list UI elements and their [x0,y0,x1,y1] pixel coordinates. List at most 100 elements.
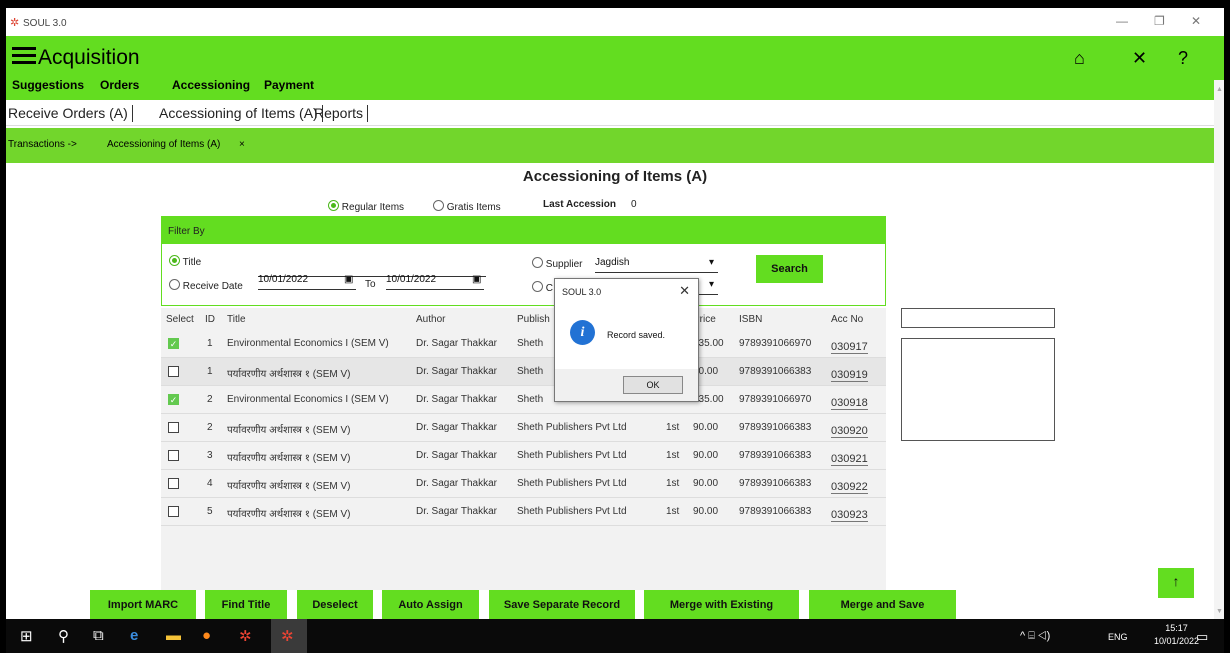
to-label: To [365,279,376,290]
col-acc-no: Acc No [831,314,864,325]
taskbar-clock[interactable]: 15:17 10/01/2022 [1154,622,1199,648]
scroll-down-arrow-icon[interactable]: ▼ [1216,608,1223,615]
cell-price: 90.00 [693,450,719,461]
task-view-icon[interactable]: ⧉ [93,627,104,644]
cell-id: 5 [207,506,213,517]
window-close-icon[interactable]: ✕ [1191,14,1201,28]
minimize-icon[interactable]: — [1116,14,1128,28]
cell-edition: 1st [666,478,680,489]
cell-isbn: 9789391066970 [739,338,812,349]
cell-author: Dr. Sagar Thakkar [416,366,497,377]
auto-assign-button[interactable]: Auto Assign [382,590,479,619]
col-publisher: Publish [517,314,550,325]
supplier-radio[interactable]: Supplier [532,257,582,270]
row-checkbox[interactable] [168,506,179,517]
last-accession-label: Last Accession [543,199,616,210]
soul-active-taskbar-icon[interactable]: ✲ [271,619,307,653]
menu-orders[interactable]: Orders [100,80,139,92]
cell-acc[interactable]: 030920 [831,425,868,438]
table-row[interactable]: ✓ 2 Environmental Economics I (SEM V) Dr. S… [161,386,886,414]
row-checkbox[interactable] [168,366,179,377]
date-to-field[interactable]: 10/01/2022 ▣ [386,274,484,290]
cell-acc[interactable]: 030918 [831,397,868,410]
cell-author: Dr. Sagar Thakkar [416,422,497,433]
search-button[interactable]: Search [756,255,823,283]
save-separate-record-button[interactable]: Save Separate Record [489,590,635,619]
tab-accessioning-items[interactable]: Accessioning of Items (A) [159,105,323,122]
tab-receive-orders[interactable]: Receive Orders (A) [8,105,133,122]
regular-items-label: Regular Items [341,202,405,213]
close-module-icon[interactable]: ✕ [1132,48,1147,69]
soul-taskbar-icon[interactable]: ✲ [239,627,252,645]
cell-edition: 1st [666,422,680,433]
dialog-footer: OK [555,369,698,401]
find-title-button[interactable]: Find Title [205,590,287,619]
ok-button[interactable]: OK [623,376,683,394]
system-tray-icons[interactable]: ^ ⌸ ◁) [1020,630,1050,643]
notification-icon[interactable]: ▭ [1196,629,1208,645]
language-indicator[interactable]: ENG [1108,632,1128,642]
cell-id: 3 [207,450,213,461]
receive-date-radio[interactable]: Receive Date [169,279,243,292]
firefox-icon[interactable]: ● [202,627,211,644]
row-checkbox[interactable] [168,422,179,433]
row-checkbox[interactable] [168,478,179,489]
merge-and-save-button[interactable]: Merge and Save [809,590,956,619]
menu-suggestions[interactable]: Suggestions [12,80,84,92]
supplier-select[interactable]: Jagdish ▾ [595,257,718,273]
second-filter-label: C [545,283,554,294]
merge-with-existing-button[interactable]: Merge with Existing [644,590,799,619]
cell-price: 90.00 [693,478,719,489]
cell-id: 1 [207,338,213,349]
scroll-top-button[interactable]: ↑ [1158,568,1194,598]
home-icon[interactable]: ⌂ [1074,48,1085,69]
restore-icon[interactable]: ❐ [1154,14,1165,28]
table-row[interactable]: 5 पर्यावरणीय अर्थशास्त्र १ (SEM V) Dr. Sag… [161,498,886,526]
row-checkbox[interactable]: ✓ [168,394,179,405]
table-row[interactable]: ✓ 1 Environmental Economics I (SEM V) Dr. S… [161,330,886,358]
import-marc-button[interactable]: Import MARC [90,590,196,619]
hamburger-menu-icon[interactable] [12,47,36,65]
dialog-close-icon[interactable]: ✕ [679,283,690,299]
cell-isbn: 9789391066383 [739,422,812,433]
gratis-items-radio[interactable]: Gratis Items [433,200,501,213]
edge-browser-icon[interactable]: e [130,627,138,644]
table-row[interactable]: 4 पर्यावरणीय अर्थशास्त्र १ (SEM V) Dr. Sag… [161,470,886,498]
help-icon[interactable]: ? [1178,48,1188,69]
file-explorer-icon[interactable]: ▬ [166,627,181,644]
table-row[interactable]: 2 पर्यावरणीय अर्थशास्त्र १ (SEM V) Dr. Sag… [161,414,886,442]
breadcrumb-close-icon[interactable]: × [239,139,245,150]
cell-acc[interactable]: 030923 [831,509,868,522]
scroll-up-arrow-icon[interactable]: ▲ [1216,86,1223,93]
soul-app-icon: ✲ [10,17,20,29]
breadcrumb-current[interactable]: Accessioning of Items (A) [107,139,220,150]
table-row[interactable]: 3 पर्यावरणीय अर्थशास्त्र १ (SEM V) Dr. Sag… [161,442,886,470]
regular-items-radio[interactable]: Regular Items [328,200,404,213]
menu-accessioning[interactable]: Accessioning [172,80,250,92]
windows-start-icon[interactable]: ⊞ [20,627,33,645]
table-row[interactable]: 1 पर्यावरणीय अर्थशास्त्र १ (SEM V) Dr. Sag… [161,358,886,386]
filter-title-radio[interactable]: Title [169,255,201,268]
breadcrumb-root[interactable]: Transactions -> [8,139,77,150]
calendar-icon[interactable]: ▣ [472,274,481,285]
tab-reports[interactable]: Reports [314,105,369,122]
date-from-field[interactable]: 10/01/2022 ▣ [258,274,356,290]
row-checkbox[interactable] [168,450,179,461]
cell-acc[interactable]: 030922 [831,481,868,494]
cell-isbn: 9789391066383 [739,478,812,489]
app-header: Acquisition ⌂ ✕ ? [6,36,1224,80]
deselect-button[interactable]: Deselect [297,590,373,619]
calendar-icon[interactable]: ▣ [344,274,353,285]
vertical-scrollbar[interactable]: ▲ ▼ [1214,80,1224,619]
side-textarea[interactable] [901,338,1055,441]
search-icon[interactable]: ⚲ [58,627,69,645]
cell-acc[interactable]: 030917 [831,341,868,354]
cell-isbn: 9789391066970 [739,394,812,405]
cell-acc[interactable]: 030919 [831,369,868,382]
row-checkbox[interactable]: ✓ [168,338,179,349]
cell-acc[interactable]: 030921 [831,453,868,466]
menu-payment[interactable]: Payment [264,80,314,92]
second-filter-radio[interactable]: C [532,281,553,294]
side-input[interactable] [901,308,1055,328]
filter-title-label: Title [182,257,202,268]
